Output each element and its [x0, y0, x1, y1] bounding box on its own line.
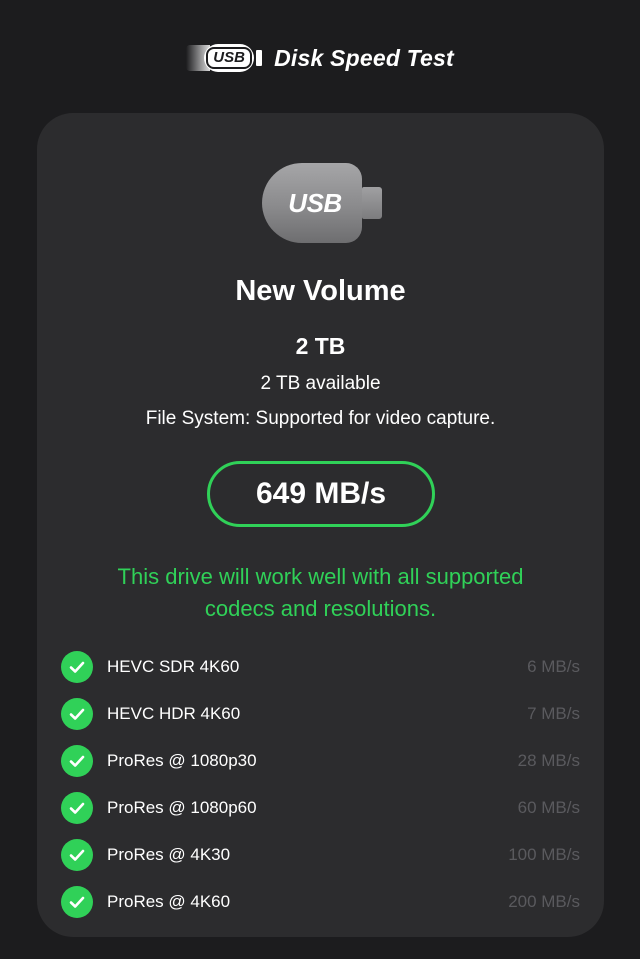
codec-label: ProRes @ 1080p60	[107, 797, 257, 817]
codec-row: ProRes @ 4K60 200 MB/s	[61, 878, 580, 925]
usb-logo-icon: USB	[186, 42, 263, 74]
codec-row: ProRes @ 4K30 100 MB/s	[61, 831, 580, 878]
verdict-line-1: This drive will work well with all suppo…	[117, 564, 524, 589]
volume-name: New Volume	[235, 275, 406, 307]
app-title: Disk Speed Test	[274, 44, 454, 71]
drive-capacity: 2 TB	[295, 333, 346, 359]
checkmark-circle-icon	[61, 791, 93, 824]
codec-rate: 200 MB/s	[508, 891, 580, 911]
codec-row: HEVC SDR 4K60 6 MB/s	[61, 643, 580, 690]
codec-label: ProRes @ 4K60	[107, 891, 231, 911]
drive-card: USB New Volume 2 TB 2 TB available File …	[37, 113, 604, 937]
codec-label: HEVC HDR 4K60	[107, 703, 241, 723]
codec-rate: 60 MB/s	[517, 797, 580, 817]
file-system-status: File System: Supported for video capture…	[145, 408, 496, 429]
checkmark-circle-icon	[61, 838, 93, 871]
codec-label: ProRes @ 1080p30	[107, 750, 257, 770]
codec-row: ProRes @ 1080p30 28 MB/s	[61, 737, 580, 784]
codec-label: ProRes @ 4K30	[107, 844, 231, 864]
app-header: USB Disk Speed Test	[0, 38, 640, 78]
verdict-line-2: codecs and resolutions.	[204, 596, 437, 621]
codec-rate: 100 MB/s	[508, 844, 580, 864]
available-space: 2 TB available	[260, 373, 381, 394]
codec-list: HEVC SDR 4K60 6 MB/s HEVC HDR 4K60 7 MB/…	[61, 643, 580, 925]
codec-rate: 6 MB/s	[527, 656, 580, 676]
codec-rate: 7 MB/s	[527, 703, 580, 723]
codec-row: ProRes @ 1080p60 60 MB/s	[61, 784, 580, 831]
checkmark-circle-icon	[61, 650, 93, 683]
speed-result-badge: 649 MB/s	[207, 461, 435, 527]
checkmark-circle-icon	[61, 744, 93, 777]
usb-drive-icon: USB	[262, 163, 384, 243]
checkmark-circle-icon	[61, 885, 93, 918]
codec-rate: 28 MB/s	[517, 750, 580, 770]
codec-row: HEVC HDR 4K60 7 MB/s	[61, 690, 580, 737]
checkmark-circle-icon	[61, 697, 93, 730]
verdict-message: This drive will work well with all suppo…	[57, 561, 584, 625]
codec-label: HEVC SDR 4K60	[107, 656, 240, 676]
